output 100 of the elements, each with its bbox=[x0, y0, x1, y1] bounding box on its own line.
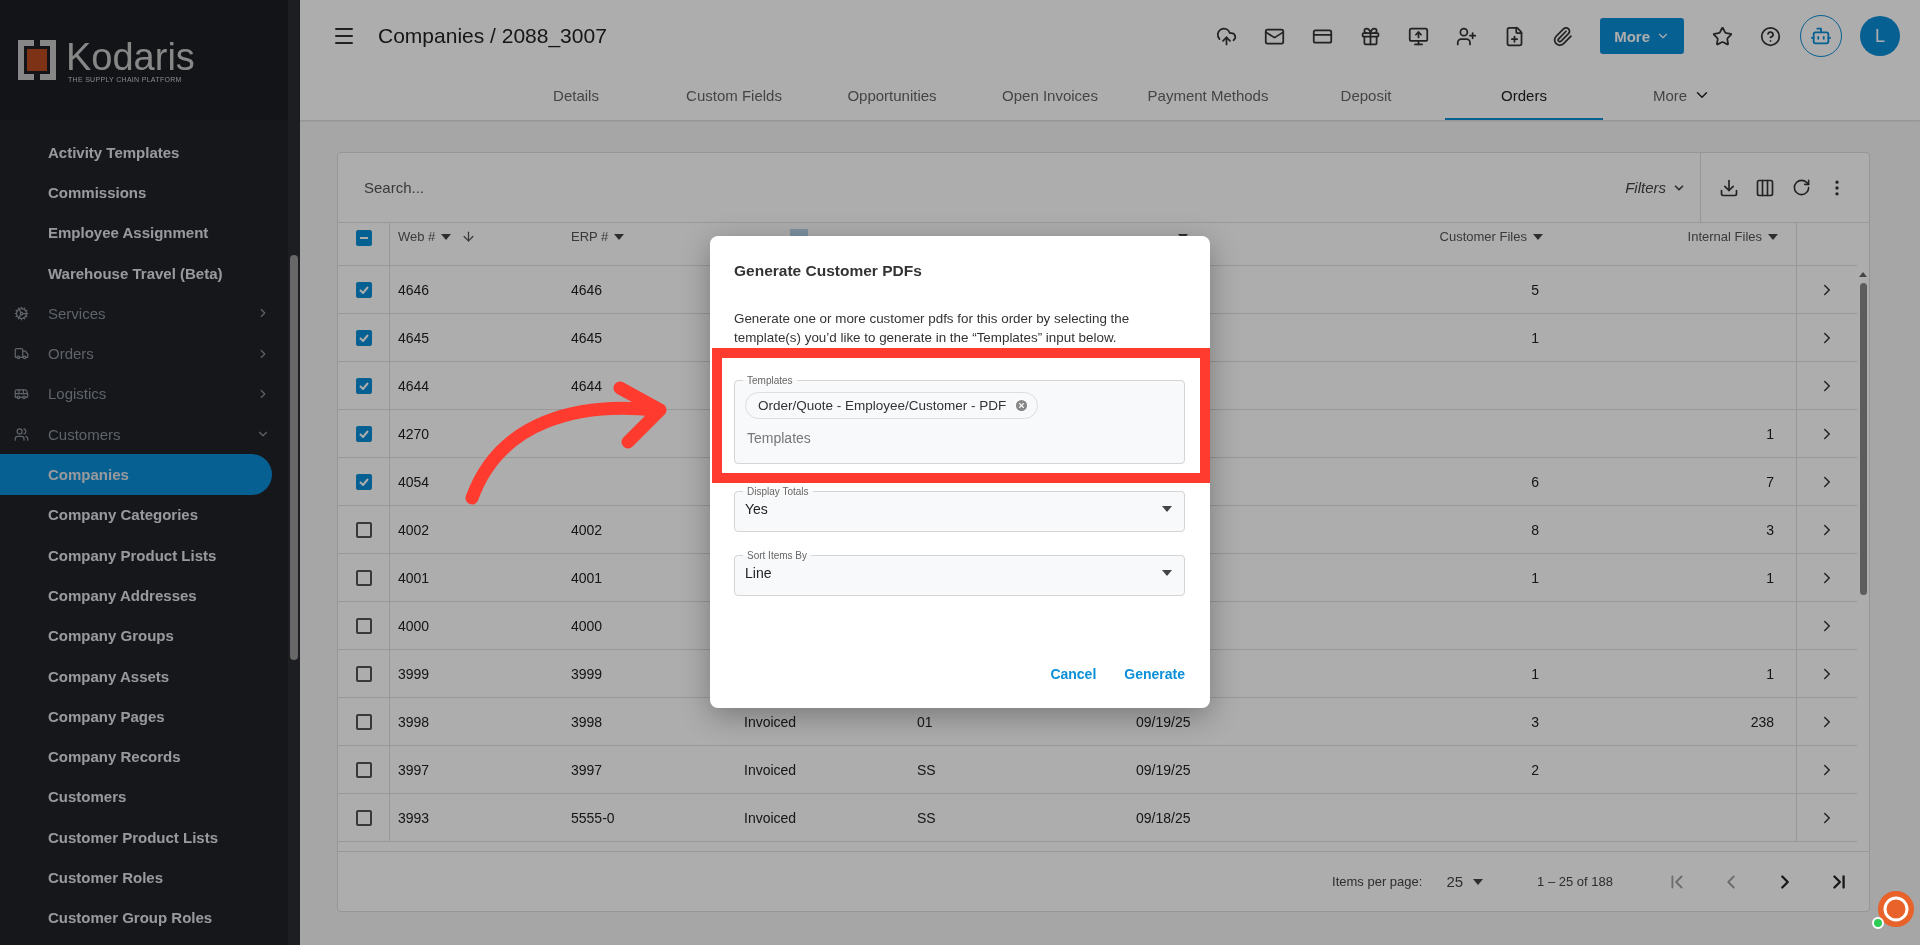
tab[interactable]: Custom Fields bbox=[655, 72, 813, 120]
table-cell: 5 bbox=[1531, 281, 1539, 298]
row-checkbox[interactable] bbox=[355, 713, 372, 730]
items-per-page-select[interactable]: 25 bbox=[1446, 873, 1484, 890]
caret-icon bbox=[1162, 506, 1172, 512]
tab[interactable]: Open Invoices bbox=[971, 72, 1129, 120]
table-cell: 7 bbox=[1766, 473, 1774, 490]
table-cell: 09/19/25 bbox=[1136, 761, 1191, 778]
sidebar-item[interactable]: Employee Assignment bbox=[0, 212, 288, 253]
select-all-checkbox[interactable] bbox=[355, 230, 372, 246]
sidebar-item[interactable]: Company Groups bbox=[0, 615, 288, 656]
row-checkbox[interactable] bbox=[355, 425, 372, 442]
check-icon bbox=[358, 333, 369, 342]
dropdown-field[interactable]: Sort Items By Line bbox=[734, 550, 1185, 596]
sidebar-item[interactable]: Company Categories bbox=[0, 494, 288, 535]
table-cell: 4001 bbox=[398, 569, 430, 586]
table-cell: 09/19/25 bbox=[1136, 713, 1191, 730]
scroll-up-icon[interactable] bbox=[1859, 272, 1867, 277]
group-icon bbox=[14, 346, 29, 362]
row-checkbox[interactable] bbox=[355, 377, 372, 394]
table-cell: 1 bbox=[1766, 425, 1774, 442]
group-icon bbox=[14, 386, 29, 402]
sidebar-item[interactable]: Company Assets bbox=[0, 655, 288, 697]
table-cell: 3998 bbox=[398, 713, 430, 730]
table-cell: 4270 bbox=[398, 425, 430, 442]
table-cell: 1 bbox=[1531, 329, 1539, 346]
table-cell: 1 bbox=[1766, 665, 1774, 682]
row-checkbox[interactable] bbox=[355, 281, 372, 298]
row-checkbox[interactable] bbox=[355, 569, 372, 586]
table-cell: Invoiced bbox=[744, 761, 797, 778]
column-header[interactable]: Customer Files bbox=[1439, 229, 1527, 244]
sidebar-item[interactable]: Customers bbox=[0, 776, 288, 818]
tab[interactable]: More bbox=[1603, 72, 1761, 120]
table-cell: 2 bbox=[1531, 761, 1539, 778]
table-cell: SS bbox=[917, 809, 936, 826]
column-header[interactable]: Web # bbox=[398, 229, 436, 244]
table-cell: 238 bbox=[1750, 713, 1774, 730]
row-checkbox[interactable] bbox=[355, 473, 372, 490]
row-checkbox[interactable] bbox=[355, 761, 372, 778]
row-checkbox[interactable] bbox=[355, 329, 372, 346]
table-cell: 3999 bbox=[398, 665, 430, 682]
scrollbar[interactable] bbox=[288, 0, 300, 945]
sidebar-item[interactable]: Warehouse Travel (Beta) bbox=[0, 252, 288, 294]
dialog-button[interactable]: Cancel bbox=[1050, 666, 1097, 682]
table-cell: 1 bbox=[1531, 665, 1539, 682]
remove-icon[interactable] bbox=[1014, 398, 1030, 413]
minus-icon bbox=[359, 237, 368, 239]
table-cell: Invoiced bbox=[744, 713, 797, 730]
table-cell: 4645 bbox=[398, 329, 430, 346]
table-cell: 1 bbox=[1531, 569, 1539, 586]
dialog-button[interactable]: Generate bbox=[1124, 666, 1185, 682]
sidebar-item[interactable]: Company Pages bbox=[0, 696, 288, 737]
sidebar-item[interactable]: Commissions bbox=[0, 172, 288, 213]
sidebar-item[interactable]: Customer Roles bbox=[0, 857, 288, 898]
sidebar-item[interactable]: Company Product Lists bbox=[0, 534, 288, 576]
table-cell: 3 bbox=[1766, 521, 1774, 538]
caret-icon bbox=[1473, 878, 1484, 885]
row-checkbox[interactable] bbox=[355, 809, 372, 826]
sidebar-item[interactable]: Customer Group Roles bbox=[0, 897, 288, 938]
tab[interactable]: Orders bbox=[1445, 72, 1603, 120]
table-cell: 4646 bbox=[571, 281, 603, 298]
dropdown-field[interactable]: Display Totals Yes bbox=[734, 486, 1185, 532]
table-cell: 01 bbox=[917, 713, 933, 730]
row-checkbox[interactable] bbox=[355, 617, 372, 634]
filters-button[interactable]: Filters bbox=[1611, 152, 1701, 223]
field-label: Sort Items By bbox=[746, 550, 808, 561]
templates-field[interactable]: Templates Order/Quote - Employee/Customer - PDF Templates bbox=[734, 375, 1185, 464]
table-cell: 3997 bbox=[571, 761, 603, 778]
tab[interactable]: Payment Methods bbox=[1129, 72, 1287, 120]
sort-arrow-icon[interactable] bbox=[461, 229, 477, 244]
column-header[interactable]: ERP # bbox=[571, 229, 609, 244]
tab[interactable]: Opportunities bbox=[813, 72, 971, 120]
page-range: 1 – 25 of 188 bbox=[1537, 874, 1613, 889]
dialog-description: Generate one or more customer pdfs for this order by selecting the template(s) you’d like to generate in the “Templates” input below. bbox=[734, 310, 1131, 347]
sidebar-item[interactable]: Activity Templates bbox=[0, 132, 288, 173]
field-label: Templates bbox=[746, 375, 794, 386]
table-cell: 3997 bbox=[398, 761, 430, 778]
table-cell: 4054 bbox=[398, 473, 430, 490]
row-checkbox[interactable] bbox=[355, 521, 372, 538]
table-cell: 3998 bbox=[571, 713, 603, 730]
sidebar-item[interactable]: Company Addresses bbox=[0, 575, 288, 616]
tab[interactable]: Deposit bbox=[1287, 72, 1445, 120]
row-checkbox[interactable] bbox=[355, 665, 372, 682]
sidebar-item[interactable]: Customer Product Lists bbox=[0, 817, 288, 858]
group-icon bbox=[14, 426, 29, 442]
table-cell: 4645 bbox=[571, 329, 603, 346]
items-per-page-label: Items per page: bbox=[1332, 874, 1423, 889]
sidebar-item[interactable]: Company Records bbox=[0, 736, 288, 777]
table-cell: 4646 bbox=[398, 281, 430, 298]
table-cell: 4644 bbox=[398, 377, 430, 394]
column-header[interactable]: Internal Files bbox=[1687, 229, 1762, 244]
table-cell: 09/18/25 bbox=[1136, 809, 1191, 826]
caret-icon bbox=[1162, 570, 1172, 576]
check-icon bbox=[358, 477, 369, 486]
dialog-title: Generate Customer PDFs bbox=[734, 262, 923, 280]
table-cell: 6 bbox=[1531, 473, 1539, 490]
table-cell: 4001 bbox=[571, 569, 603, 586]
tab[interactable]: Details bbox=[497, 72, 655, 120]
page-title: Companies / 2088_3007 bbox=[378, 24, 608, 48]
group-icon bbox=[14, 305, 29, 321]
